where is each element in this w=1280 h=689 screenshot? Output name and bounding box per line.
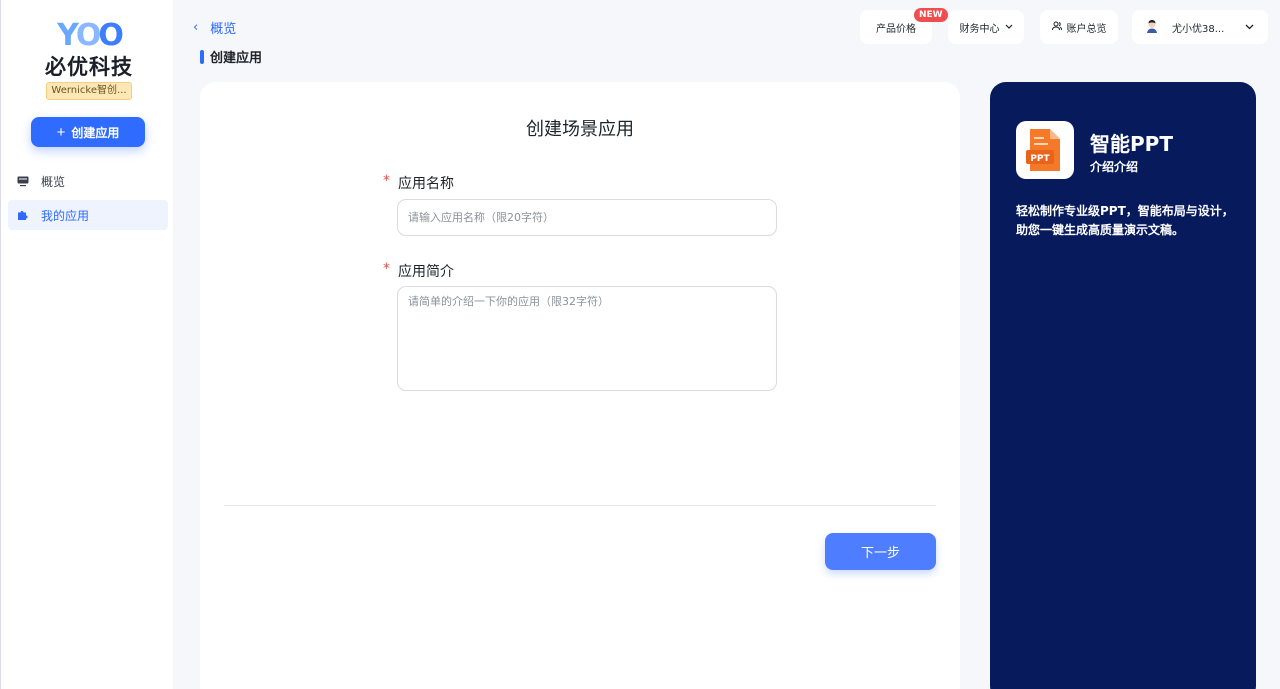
- page-title-text: 创建应用: [210, 51, 263, 66]
- sidebar-item-overview[interactable]: 概览: [8, 166, 168, 196]
- app-name-input[interactable]: 请输入应用名称（限20字符）: [397, 199, 777, 236]
- app-description-label-text: 应用简介: [398, 264, 454, 280]
- divider: [224, 505, 936, 506]
- product-price-label: 产品价格: [876, 23, 916, 35]
- chevron-down-icon: [1245, 22, 1254, 33]
- create-app-label: 创建应用: [71, 125, 120, 140]
- form-title: 创建场景应用: [526, 119, 634, 140]
- puzzle-icon: [17, 209, 29, 221]
- monitor-icon: [17, 175, 29, 187]
- template-description: 轻松制作专业级PPT，智能布局与设计，助您一键生成高质量演示文稿。: [1016, 204, 1234, 237]
- account-overview-button[interactable]: 账户总览: [1040, 10, 1118, 44]
- app-description-label: * 应用简介: [383, 261, 454, 281]
- title-accent-bar: [200, 49, 204, 64]
- finance-center-menu[interactable]: 财务中心: [948, 10, 1024, 44]
- sidebar-item-label: 概览: [41, 174, 66, 189]
- plus-icon: +: [56, 123, 66, 141]
- sidebar-item-label: 我的应用: [41, 208, 90, 223]
- sidebar: YOO 必优科技 Wernicke智创... + 创建应用 概览 我的应用: [0, 0, 173, 689]
- ppt-icon-text: PPT: [1030, 154, 1050, 164]
- brand-logo[interactable]: YOO 必优科技: [45, 18, 133, 81]
- app-name-label: * 应用名称: [383, 173, 454, 193]
- ppt-app-icon: PPT: [1016, 121, 1074, 179]
- finance-center-label: 财务中心: [959, 23, 1000, 35]
- back-label: 概览: [210, 22, 237, 37]
- user-group-icon: [1051, 21, 1062, 34]
- avatar: [1144, 17, 1160, 37]
- app-template-intro-card: PPT 智能PPT 介绍介绍 轻松制作专业级PPT，智能布局与设计，助您一键生成…: [990, 82, 1256, 689]
- app-description-placeholder: 请简单的介绍一下你的应用（限32字符）: [408, 295, 609, 308]
- required-mark: *: [383, 261, 390, 277]
- sidebar-item-my-apps[interactable]: 我的应用: [8, 200, 168, 230]
- chevron-left-icon: ‹: [193, 20, 199, 35]
- page-title: 创建应用: [200, 47, 262, 66]
- chevron-down-icon: [1005, 22, 1013, 33]
- create-app-form-card: 创建场景应用 * 应用名称 请输入应用名称（限20字符） * 应用简介 请简单的…: [200, 82, 960, 689]
- account-overview-label: 账户总览: [1066, 23, 1107, 35]
- app-name-label-text: 应用名称: [398, 176, 454, 192]
- template-name: 智能PPT: [1090, 132, 1173, 156]
- next-step-button[interactable]: 下一步: [825, 533, 936, 570]
- user-menu[interactable]: 尤小优38...: [1132, 10, 1268, 44]
- back-to-overview-link[interactable]: ‹ 概览: [193, 18, 236, 37]
- org-badge[interactable]: Wernicke智创...: [46, 82, 132, 100]
- logo-mark: YOO: [57, 18, 124, 53]
- create-app-button[interactable]: + 创建应用: [31, 117, 145, 147]
- app-description-textarea[interactable]: 请简单的介绍一下你的应用（限32字符）: [397, 286, 777, 391]
- new-badge: NEW: [914, 8, 948, 22]
- app-name-placeholder: 请输入应用名称（限20字符）: [408, 211, 554, 224]
- template-subtitle: 介绍介绍: [1090, 160, 1139, 174]
- username: 尤小优38...: [1172, 23, 1225, 35]
- required-mark: *: [383, 173, 390, 189]
- brand-name: 必优科技: [45, 55, 133, 79]
